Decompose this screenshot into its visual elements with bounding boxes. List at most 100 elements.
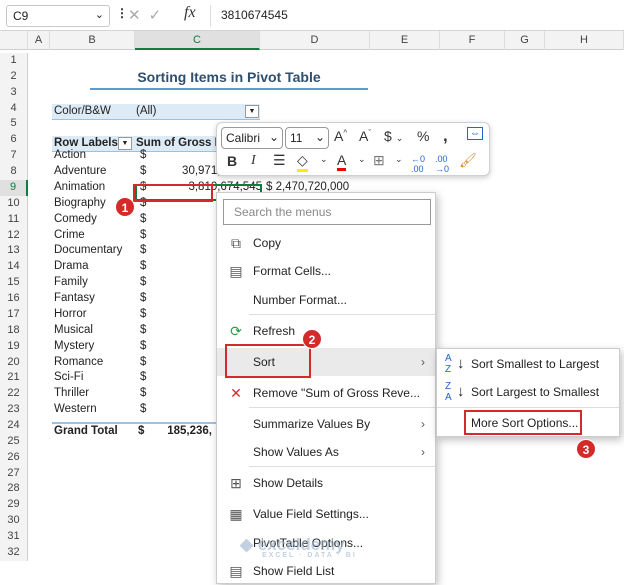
row-labels-dropdown-icon[interactable]: ▼: [118, 137, 132, 150]
row-label[interactable]: Horror: [54, 307, 87, 323]
row-label[interactable]: Drama: [54, 259, 89, 275]
row-label[interactable]: Documentary: [54, 243, 122, 259]
row-header[interactable]: 29: [0, 497, 28, 514]
menu-item-remove[interactable]: ✕ Remove "Sum of Gross Reve...: [217, 379, 435, 407]
comma-style-icon[interactable]: ,: [443, 126, 448, 146]
row-header[interactable]: 11: [0, 211, 28, 228]
row-header[interactable]: 24: [0, 418, 28, 434]
sort-ascending-item[interactable]: A Z ↓ Sort Smallest to Largest: [437, 350, 619, 378]
column-header[interactable]: E: [370, 31, 440, 50]
currency[interactable]: $: [140, 212, 146, 228]
row-header[interactable]: 16: [0, 291, 28, 307]
row-header[interactable]: 15: [0, 275, 28, 292]
column-header[interactable]: G: [505, 31, 545, 50]
row-header[interactable]: 13: [0, 243, 28, 260]
column-header[interactable]: C: [135, 31, 260, 50]
currency[interactable]: $: [140, 323, 146, 339]
row-header[interactable]: 32: [0, 544, 28, 561]
row-header[interactable]: 31: [0, 529, 28, 545]
currency[interactable]: $: [140, 275, 146, 291]
row-header[interactable]: 21: [0, 370, 28, 387]
row-label[interactable]: Action: [54, 148, 86, 164]
row-label[interactable]: Biography: [54, 196, 106, 212]
italic-icon[interactable]: I: [251, 153, 256, 169]
menu-item-value-field-settings[interactable]: ▦ Value Field Settings...: [217, 500, 435, 528]
bold-icon[interactable]: B: [227, 153, 237, 169]
column-header[interactable]: H: [545, 31, 624, 50]
format-painter-icon[interactable]: 🖌: [459, 152, 477, 169]
row-label[interactable]: Thriller: [54, 386, 89, 402]
column-header[interactable]: A: [28, 31, 50, 50]
row-header[interactable]: 2: [0, 68, 28, 85]
formula-input[interactable]: 3810674545: [210, 5, 624, 27]
name-box[interactable]: C9 ⌄: [6, 5, 110, 27]
decrease-decimal-icon[interactable]: .00 →0: [435, 154, 449, 174]
menu-item-refresh[interactable]: ⟳ Refresh: [217, 317, 435, 345]
column-header[interactable]: B: [50, 31, 135, 50]
row-header[interactable]: 19: [0, 338, 28, 355]
borders-icon[interactable]: ⊞: [373, 152, 385, 169]
column-header[interactable]: F: [440, 31, 505, 50]
row-header[interactable]: 9: [0, 179, 28, 196]
sort-descending-item[interactable]: Z A ↓ Sort Largest to Smallest: [437, 378, 619, 406]
row-header[interactable]: 28: [0, 481, 28, 498]
menu-item-summarize-values[interactable]: Summarize Values By ›: [217, 410, 435, 438]
row-label[interactable]: Romance: [54, 355, 103, 371]
row-header[interactable]: 7: [0, 148, 28, 165]
more-options-icon[interactable]: ⋮: [116, 6, 128, 20]
currency[interactable]: $: [140, 164, 146, 180]
row-header[interactable]: 30: [0, 513, 28, 530]
row-header[interactable]: 27: [0, 465, 28, 482]
row-header[interactable]: 25: [0, 433, 28, 450]
row-header[interactable]: 12: [0, 227, 28, 244]
currency[interactable]: $: [140, 402, 146, 418]
row-header[interactable]: 8: [0, 164, 28, 180]
font-size-select[interactable]: 11 ⌄: [285, 127, 329, 149]
menu-item-format-cells[interactable]: ▤ Format Cells...: [217, 257, 435, 285]
row-header[interactable]: 10: [0, 195, 28, 212]
currency[interactable]: $: [140, 355, 146, 371]
row-header[interactable]: 17: [0, 306, 28, 323]
row-label[interactable]: Fantasy: [54, 291, 95, 307]
menu-item-number-format[interactable]: Number Format...: [217, 286, 435, 314]
percent-icon[interactable]: %: [417, 128, 429, 144]
chevron-down-icon[interactable]: ⌄: [395, 154, 403, 165]
row-label[interactable]: Comedy: [54, 212, 97, 228]
row-header[interactable]: 18: [0, 322, 28, 339]
font-color-icon[interactable]: A: [337, 152, 347, 171]
row-label[interactable]: Crime: [54, 228, 85, 244]
row-header[interactable]: 6: [0, 132, 28, 149]
currency[interactable]: $: [140, 291, 146, 307]
row-header[interactable]: 14: [0, 259, 28, 276]
currency[interactable]: $: [140, 386, 146, 402]
cancel-confirm-icons[interactable]: ✕✓: [128, 6, 169, 24]
currency[interactable]: $: [140, 243, 146, 259]
row-label[interactable]: Mystery: [54, 339, 94, 355]
currency[interactable]: $: [140, 228, 146, 244]
fill-color-icon[interactable]: ◇: [297, 152, 308, 172]
decrease-font-icon[interactable]: Aˇ: [359, 128, 371, 144]
row-header[interactable]: 22: [0, 386, 28, 403]
menu-item-show-values-as[interactable]: Show Values As ›: [217, 438, 435, 466]
row-label[interactable]: Animation: [54, 180, 105, 196]
row-header[interactable]: 1: [0, 53, 28, 69]
align-center-icon[interactable]: ☰: [273, 152, 286, 169]
currency[interactable]: $: [140, 339, 146, 355]
increase-font-icon[interactable]: A^: [334, 128, 347, 144]
row-label[interactable]: Family: [54, 275, 88, 291]
currency[interactable]: $: [140, 148, 146, 164]
row-header[interactable]: 5: [0, 116, 28, 133]
row-header[interactable]: 26: [0, 449, 28, 466]
currency[interactable]: $: [140, 259, 146, 275]
menu-item-show-details[interactable]: ⊞ Show Details: [217, 469, 435, 497]
increase-decimal-icon[interactable]: ←0.00: [411, 154, 425, 174]
font-name-select[interactable]: Calibri ⌄: [221, 127, 283, 149]
row-label[interactable]: Musical: [54, 323, 93, 339]
row-header[interactable]: 23: [0, 402, 28, 418]
currency[interactable]: $: [140, 370, 146, 386]
row-label[interactable]: Adventure: [54, 164, 106, 180]
column-header[interactable]: D: [260, 31, 370, 50]
currency[interactable]: $: [140, 307, 146, 323]
row-header[interactable]: 20: [0, 354, 28, 371]
row-label[interactable]: Western: [54, 402, 97, 418]
